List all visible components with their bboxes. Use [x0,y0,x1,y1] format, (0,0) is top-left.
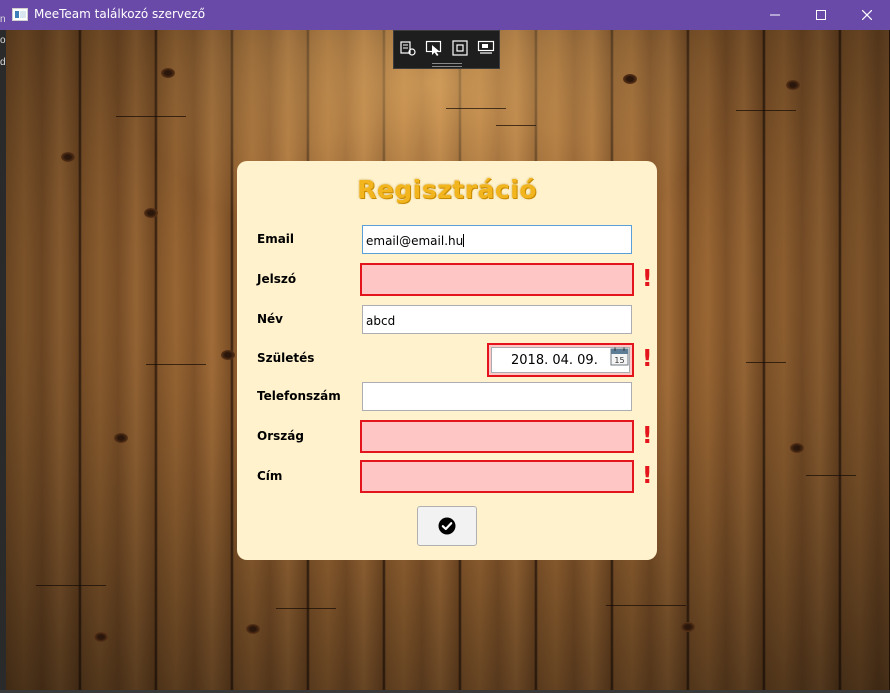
email-field[interactable]: email@email.hu [362,225,632,254]
submit-button[interactable] [417,506,477,546]
registration-card: Regisztráció Email email@email.hu Jelszó… [237,161,657,560]
edge-char: n [0,14,6,25]
minimize-button[interactable] [752,0,798,30]
name-field[interactable]: abcd [362,305,632,334]
password-field[interactable] [360,263,634,296]
maximize-icon [816,10,826,20]
maximize-button[interactable] [798,0,844,30]
close-button[interactable] [844,0,890,30]
birth-error-icon: ! [642,346,653,372]
close-icon [862,10,872,20]
binding-icon [477,40,495,54]
calendar-icon[interactable]: 15 [610,347,629,366]
email-label: Email [257,232,295,246]
birth-label: Születés [257,351,315,365]
toolbar-grip[interactable] [432,63,462,67]
edge-char: d [0,57,6,68]
country-label: Ország [257,429,304,443]
layout-adorner-icon [452,40,468,56]
track-focus-icon [425,40,442,56]
binding-button[interactable] [475,37,497,59]
phone-label: Telefonszám [257,389,341,403]
country-field[interactable] [360,420,634,453]
minimize-icon [770,14,780,16]
name-label: Név [257,312,284,326]
debug-toolbar[interactable] [393,30,500,69]
layout-adorner-button[interactable] [449,37,471,59]
text-caret [463,234,465,247]
check-circle-icon [438,517,456,535]
address-error-icon: ! [642,463,653,489]
form-title: Regisztráció [357,175,537,204]
window-title: MeeTeam találkozó szervező [34,7,206,21]
password-label: Jelszó [257,272,297,286]
select-element-icon [400,41,416,56]
password-error-icon: ! [642,266,653,292]
address-field[interactable] [360,460,634,493]
birth-date-picker[interactable]: 2018. 04. 09. 15 [487,343,634,377]
window-titlebar[interactable]: MeeTeam találkozó szervező [0,0,890,30]
calendar-day: 15 [614,356,624,365]
edge-char: o [0,35,6,46]
select-element-button[interactable] [397,37,419,59]
track-focus-button[interactable] [423,37,445,59]
birth-date-value: 2018. 04. 09. [511,353,598,368]
country-error-icon: ! [642,423,653,449]
email-value: email@email.hu [366,234,464,248]
app-icon [12,8,28,21]
address-label: Cím [257,469,283,483]
phone-field[interactable] [362,382,632,411]
